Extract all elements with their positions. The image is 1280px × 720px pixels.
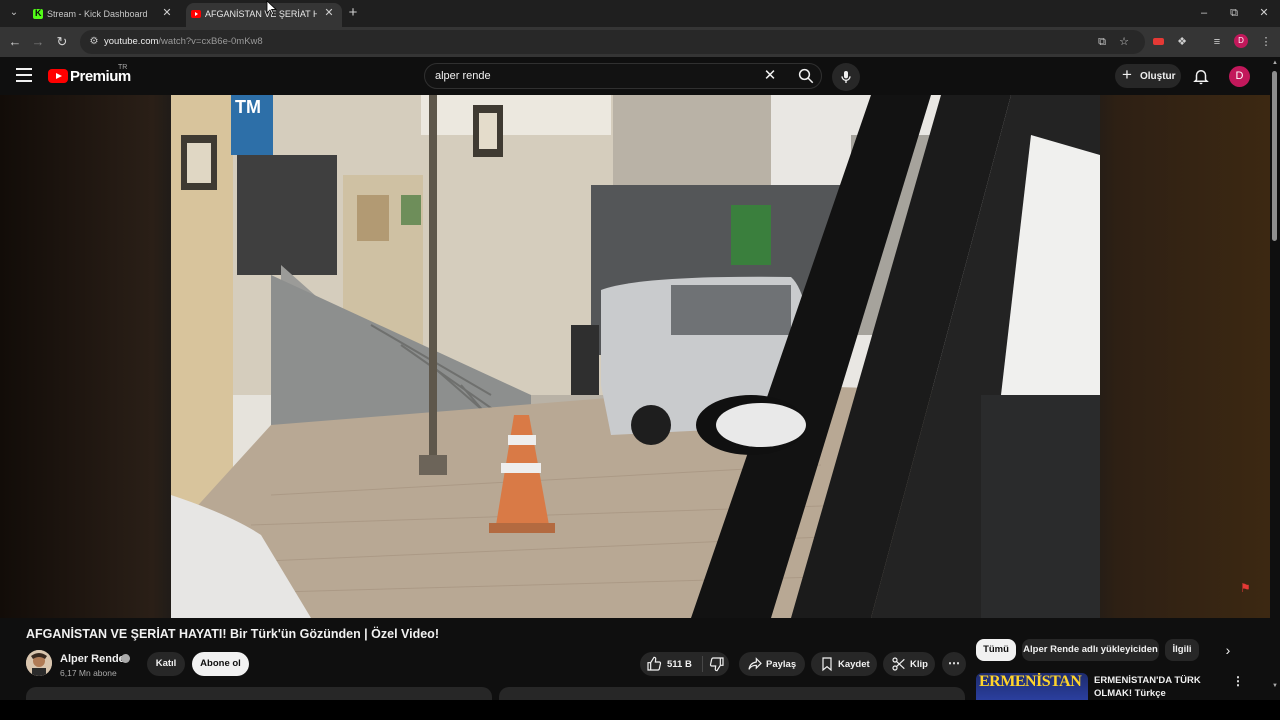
- youtube-play-icon: [48, 69, 68, 83]
- forward-icon[interactable]: →: [30, 34, 46, 50]
- subscriber-count: 6,17 Mn abone: [60, 668, 117, 678]
- recommendation-thumbnail[interactable]: ERMENİSTAN: [976, 673, 1088, 700]
- url-path: /watch?v=cxB6e-0mKw8: [158, 36, 263, 47]
- share-label: Paylaş: [766, 659, 797, 670]
- like-divider: [702, 656, 703, 672]
- like-thumb-up-icon[interactable]: [646, 656, 662, 672]
- menu-hamburger-icon[interactable]: [16, 68, 32, 84]
- mouse-pointer-icon: [266, 0, 278, 16]
- browser-tab-youtube[interactable]: AFGANİSTAN VE ŞERİAT HAYATI ✕: [186, 3, 342, 27]
- close-window-icon[interactable]: ✕: [1256, 5, 1272, 21]
- browser-profile-avatar[interactable]: D: [1234, 34, 1248, 48]
- account-avatar[interactable]: D: [1229, 66, 1250, 87]
- site-info-icon[interactable]: ⚙: [87, 35, 101, 49]
- search-button[interactable]: [789, 64, 823, 88]
- chevron-right-icon[interactable]: ›: [1220, 642, 1236, 658]
- url-text: youtube.com/watch?v=cxB6e-0mKw8: [104, 36, 263, 47]
- comments-preview-box[interactable]: [499, 687, 965, 700]
- chip-all[interactable]: Tümü: [976, 639, 1016, 661]
- tab-title: AFGANİSTAN VE ŞERİAT HAYATI: [205, 9, 317, 19]
- thumbnail-text: ERMENİSTAN: [979, 673, 1082, 690]
- bookmark-icon: [822, 657, 832, 672]
- close-tab-icon[interactable]: ✕: [160, 6, 174, 20]
- join-button[interactable]: Katıl: [147, 652, 185, 676]
- scrollbar-thumb[interactable]: [1272, 71, 1277, 241]
- minimize-icon[interactable]: –: [1196, 5, 1212, 21]
- search-input[interactable]: alper rende: [435, 70, 491, 82]
- close-tab-icon[interactable]: ✕: [322, 6, 336, 20]
- share-arrow-icon: [748, 657, 762, 670]
- address-bar[interactable]: ⚙ youtube.com/watch?v=cxB6e-0mKw8 ⧉ ☆: [80, 30, 1145, 54]
- bookmark-star-icon[interactable]: ☆: [1116, 34, 1132, 50]
- browser-tab-strip: ⌄ K Stream - Kick Dashboard ✕ AFGANİSTAN…: [0, 0, 1280, 27]
- recommendation-menu-icon[interactable]: ⋮: [1232, 674, 1244, 690]
- page-scrollbar[interactable]: ▲ ▼: [1270, 57, 1280, 700]
- more-actions-icon[interactable]: ⋯: [942, 652, 966, 676]
- channel-name[interactable]: Alper Rende: [60, 653, 125, 665]
- media-controls-icon[interactable]: ≡: [1209, 34, 1225, 50]
- back-icon[interactable]: ←: [7, 34, 23, 50]
- youtube-icon: [191, 10, 201, 18]
- browser-menu-icon[interactable]: ⋮: [1258, 34, 1274, 50]
- install-app-icon[interactable]: ⧉: [1094, 34, 1110, 50]
- scissors-icon: [892, 657, 905, 671]
- voice-search-button[interactable]: [832, 63, 860, 91]
- clip-button[interactable]: Klip: [883, 652, 935, 676]
- tab-title: Stream - Kick Dashboard: [47, 9, 148, 19]
- tab-search-chevron-icon[interactable]: ⌄: [6, 5, 22, 21]
- video-player[interactable]: TM: [171, 95, 1100, 618]
- extensions-puzzle-icon[interactable]: ❖: [1174, 34, 1190, 50]
- save-label: Kaydet: [838, 659, 870, 670]
- verified-badge-icon: [121, 654, 130, 663]
- search-icon: [798, 68, 814, 84]
- dislike-thumb-down-icon[interactable]: [709, 656, 725, 672]
- screen-bottom-bar: [0, 700, 1280, 720]
- browser-toolbar: ← → ↻ ⚙ youtube.com/watch?v=cxB6e-0mKw8 …: [0, 27, 1280, 57]
- create-label: Oluştur: [1140, 71, 1176, 82]
- microphone-icon: [841, 71, 851, 83]
- description-box[interactable]: [26, 687, 492, 700]
- create-button[interactable]: + Oluştur: [1115, 64, 1181, 88]
- channel-avatar[interactable]: [26, 650, 52, 676]
- browser-tab-kick[interactable]: K Stream - Kick Dashboard ✕: [28, 3, 180, 27]
- scroll-down-icon[interactable]: ▼: [1271, 683, 1279, 689]
- chip-related[interactable]: İlgili: [1165, 639, 1199, 661]
- save-button[interactable]: Kaydet: [811, 652, 877, 676]
- new-tab-button[interactable]: +: [345, 5, 361, 21]
- search-box[interactable]: alper rende ✕: [424, 63, 822, 89]
- channel-avatar-image: [26, 650, 52, 676]
- country-code: TR: [118, 64, 128, 71]
- channel-watermark-icon[interactable]: ⚑: [1240, 581, 1256, 595]
- video-frame-image: TM: [171, 95, 1100, 618]
- url-host: youtube.com: [104, 36, 159, 47]
- notifications-bell-icon[interactable]: [1192, 67, 1210, 85]
- subscribe-button[interactable]: Abone ol: [192, 652, 249, 676]
- youtube-masthead: Premium TR alper rende ✕ + Oluştur D: [0, 57, 1280, 95]
- share-button[interactable]: Paylaş: [739, 652, 805, 676]
- recommendation-title[interactable]: ERMENİSTAN'DA TÜRK OLMAK! Türkçe konuştu…: [1094, 674, 1234, 700]
- video-title: AFGANİSTAN VE ŞERİAT HAYATI! Bir Türk'ün…: [26, 627, 439, 641]
- chip-from-uploader[interactable]: Alper Rende adlı yükleyiciden: [1022, 639, 1159, 661]
- reload-icon[interactable]: ↻: [54, 34, 70, 50]
- clip-label: Klip: [910, 659, 928, 670]
- atm-sign-text: TM: [235, 97, 261, 117]
- restore-icon[interactable]: ⧉: [1226, 5, 1242, 21]
- like-dislike-bar: 511 B: [640, 652, 729, 676]
- plus-icon: +: [1122, 65, 1132, 84]
- clear-search-icon[interactable]: ✕: [761, 67, 779, 85]
- youtube-extension-icon[interactable]: [1150, 34, 1166, 50]
- kick-icon: K: [33, 8, 43, 19]
- like-count: 511 B: [667, 659, 692, 670]
- scroll-up-icon[interactable]: ▲: [1271, 60, 1279, 66]
